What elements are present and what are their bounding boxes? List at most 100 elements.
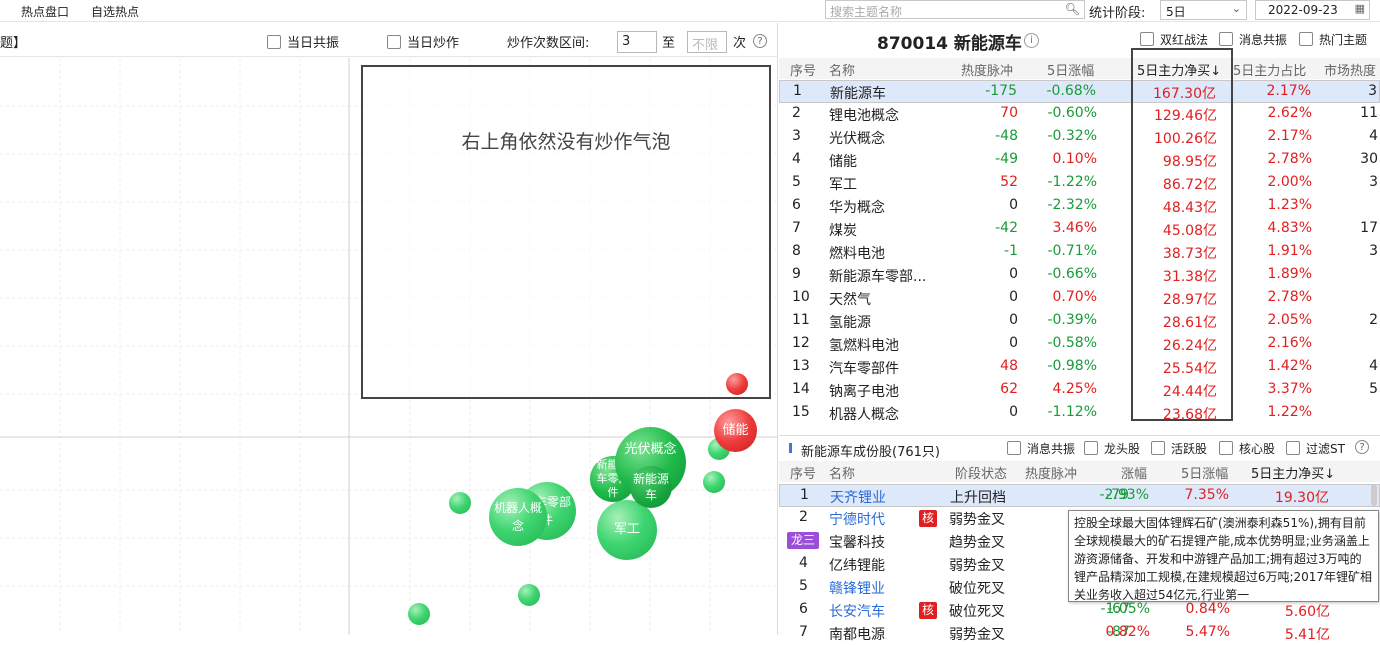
stock-scrollbar[interactable] [1371,484,1377,506]
cell-no: 1 [793,83,802,99]
bubble-point[interactable] [703,471,725,493]
theme-row[interactable]: 3 光伏概念 -48 -0.32% 100.26亿 2.17% 4 [779,126,1380,149]
search-icon[interactable]: 🔍︎ [1065,2,1080,16]
theme-row[interactable]: 13 汽车零部件 48 -0.98% 25.54亿 1.42% 4 [779,356,1380,379]
cell-pulse: -175 [985,83,1017,99]
cell-chg: 3.46% [1052,220,1097,236]
bubble-chart[interactable]: 右上角依然没有炒作气泡 储能 汽车零部件 机器人概念 军工 新能源车零部件 光伏… [0,58,778,635]
theme-row[interactable]: 9 新能源车零部... 0 -0.66% 31.38亿 1.89% [779,264,1380,287]
hype-checkbox[interactable]: 当日炒作 [387,32,459,51]
stock-news-checkbox[interactable]: 消息共振 [1007,440,1075,457]
theme-row[interactable]: 12 氢燃料电池 0 -0.58% 26.24亿 2.16% [779,333,1380,356]
cell-ratio: 1.89% [1267,266,1312,282]
theme-row[interactable]: 14 钠离子电池 62 4.25% 24.44亿 3.37% 5 [779,379,1380,402]
cell-pulse: -49 [995,151,1018,167]
checkbox-icon[interactable] [1151,441,1165,455]
col-name[interactable]: 名称 [829,463,855,482]
tab-hot-market[interactable]: 热点盘口 [21,3,69,20]
theme-row[interactable]: 5 军工 52 -1.22% 86.72亿 2.00% 3 [779,172,1380,195]
checkbox-icon[interactable] [267,35,281,49]
tab-watchlist-hot[interactable]: 自选热点 [91,3,139,20]
news-resonance-checkbox[interactable]: 消息共振 [1219,31,1287,48]
bubble-point[interactable] [726,373,748,395]
theme-row[interactable]: 10 天然气 0 0.70% 28.97亿 2.78% [779,287,1380,310]
stock-row[interactable]: 7 南都电源 弱势金叉 -87 0.82% 5.47% 5.41亿 [779,622,1380,645]
range-to-input[interactable]: 不限 [687,31,727,53]
col-no[interactable]: 序号 [790,463,816,482]
col-5d-ratio[interactable]: 5日主力占比 [1233,60,1306,79]
checkbox-icon[interactable] [1219,32,1233,46]
checkbox-icon[interactable] [1007,441,1021,455]
filter-st-checkbox[interactable]: 过滤ST [1286,440,1345,457]
bubble-storage[interactable]: 储能 [714,409,757,452]
cell-ratio: 2.78% [1267,289,1312,305]
col-pulse[interactable]: 热度脉冲 [1025,463,1077,482]
date-picker[interactable]: 2022-09-23 ▦ [1255,0,1370,20]
theme-search-input[interactable]: 搜索主题名称 🔍︎ [825,0,1085,19]
col-5d-change[interactable]: 5日涨幅 [1181,463,1228,482]
col-no[interactable]: 序号 [790,60,816,79]
help-icon[interactable]: ? [753,34,767,48]
cell-ratio: 1.42% [1267,358,1312,374]
stock-row[interactable]: 1 天齐锂业 上升回档 -79 -2.93% 7.35% 19.30亿 [779,484,1380,507]
checkbox-icon[interactable] [1084,441,1098,455]
cell-name: 新能源车零部... [829,269,927,285]
theme-row[interactable]: 8 燃料电池 -1 -0.71% 38.73亿 1.91% 3 [779,241,1380,264]
bubble-point[interactable] [408,603,430,625]
col-5d-net-buy[interactable]: 5日主力净买↓ [1251,463,1335,482]
checkbox-icon[interactable] [1219,441,1233,455]
cell-pulse: 0 [1009,312,1018,328]
calendar-icon[interactable]: ▦ [1355,2,1365,15]
bubble-label: 新能源车 [632,472,669,502]
bubble-label: 机器人概念 [493,501,542,533]
col-change[interactable]: 涨幅 [1121,463,1147,482]
bubble-point[interactable] [518,584,540,606]
col-5d-change[interactable]: 5日涨幅 [1047,60,1094,79]
cell-chg: -2.93% [1099,487,1149,503]
bubble-nev[interactable]: 新能源车 [630,466,672,508]
theme-row[interactable]: 4 储能 -49 0.10% 98.95亿 2.78% 30 [779,149,1380,172]
period-select[interactable]: 5日 ⌄ [1160,0,1247,20]
theme-row[interactable]: 2 锂电池概念 70 -0.60% 129.46亿 2.62% 11 [779,103,1380,126]
stocks-header-bar: 新能源车成份股(761只) 消息共振 龙头股 活跃股 核心股 过滤ST ? [779,435,1380,460]
cell-chg: 0.10% [1052,151,1097,167]
cell-pulse: 62 [1000,381,1018,397]
cell-no: 6 [799,601,808,617]
checkbox-icon[interactable] [387,35,401,49]
bubble-robot[interactable]: 机器人概念 [489,488,547,546]
cell-name: 南都电源 [829,627,885,643]
theme-row[interactable]: 11 氢能源 0 -0.39% 28.61亿 2.05% 2 [779,310,1380,333]
leader-checkbox[interactable]: 龙头股 [1084,440,1140,457]
col-name[interactable]: 名称 [829,60,855,79]
cell-pulse: 52 [1000,174,1018,190]
info-icon[interactable]: i [1024,33,1039,48]
cell-no: 5 [799,578,808,594]
bubble-military[interactable]: 军工 [597,500,657,560]
checkbox-icon[interactable] [1140,32,1154,46]
core-checkbox[interactable]: 核心股 [1219,440,1275,457]
checkbox-icon[interactable] [1299,32,1313,46]
range-label: 炒作次数区间: [507,36,590,51]
col-pulse[interactable]: 热度脉冲 [961,60,1013,79]
help-icon[interactable]: ? [1355,440,1369,454]
theme-row[interactable]: 7 煤炭 -42 3.46% 45.08亿 4.83% 17 [779,218,1380,241]
panel-title-fragment: 题】 [0,36,27,51]
col-state[interactable]: 阶段状态 [955,463,1007,482]
theme-row[interactable]: 15 机器人概念 0 -1.12% 23.68亿 1.22% [779,402,1380,425]
theme-row[interactable]: 1 新能源车 -175 -0.68% 167.30亿 2.17% 3 [779,80,1380,103]
col-heat[interactable]: 市场热度 [1324,60,1376,79]
active-checkbox[interactable]: 活跃股 [1151,440,1207,457]
double-red-checkbox[interactable]: 双红战法 [1140,31,1208,48]
core-tag: 核 [919,510,937,527]
cell-name: 宁德时代 [829,512,885,528]
bubble-point[interactable] [449,492,471,514]
hot-theme-checkbox[interactable]: 热门主题 [1299,31,1367,48]
cell-state: 弱势金叉 [949,627,1005,643]
resonance-checkbox[interactable]: 当日共振 [267,32,339,51]
range-from-input[interactable]: 3 [617,31,657,53]
stocks-title: 新能源车成份股(761只) [801,445,940,460]
theme-row[interactable]: 6 华为概念 0 -2.32% 48.43亿 1.23% [779,195,1380,218]
cell-no: 11 [792,312,810,328]
cell-state: 破位死叉 [949,581,1005,597]
checkbox-icon[interactable] [1286,441,1300,455]
